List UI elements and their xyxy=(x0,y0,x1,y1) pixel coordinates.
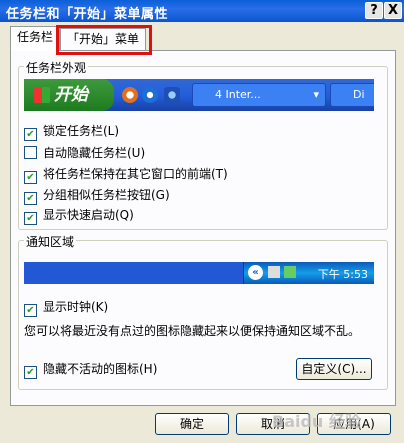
appearance-legend: 任务栏外观 xyxy=(24,59,89,76)
tray-area: « 下午 5:53 xyxy=(243,262,374,284)
chevron-left-icon: « xyxy=(248,265,263,280)
task-item-ie: 4 Inter... ▾ xyxy=(192,83,326,107)
taskbar-preview: 开始 4 Inter... ▾ Di xyxy=(24,79,374,111)
auto-hide-checkbox[interactable]: 自动隐藏任务栏(U) xyxy=(24,146,145,160)
notification-description: 您可以将最近没有点过的图标隐藏起来以便保持通知区域不乱。 xyxy=(24,324,361,338)
internet-explorer-icon xyxy=(142,87,158,103)
window-title: 任务栏和「开始」菜单属性 xyxy=(6,7,169,22)
ok-button[interactable]: 确定 xyxy=(155,413,229,435)
help-button[interactable]: ? xyxy=(365,2,383,19)
windows-logo-icon xyxy=(34,87,50,103)
tray-app-icon xyxy=(284,266,296,278)
taskbar-start-menu-properties-dialog: 任务栏和「开始」菜单属性 ? X 任务栏 「开始」菜单 任务栏外观 开始 4 I… xyxy=(0,0,404,443)
title-bar[interactable]: 任务栏和「开始」菜单属性 ? X xyxy=(0,0,404,22)
customize-button[interactable]: 自定义(C)... xyxy=(296,358,372,380)
notification-area-preview: « 下午 5:53 xyxy=(24,262,374,284)
baidu-watermark: Baidu 经验 xyxy=(272,412,361,431)
notification-legend: 通知区域 xyxy=(24,233,77,250)
group-buttons-checkbox[interactable]: ✔ 分组相似任务栏按钮(G) xyxy=(24,188,170,205)
quick-launch-checkbox[interactable]: ✔ 显示快速启动(Q) xyxy=(24,208,134,225)
tab-taskbar[interactable]: 任务栏 xyxy=(10,26,61,51)
network-icon xyxy=(268,266,280,278)
red-highlight-box xyxy=(56,25,152,55)
media-player-icon xyxy=(122,87,138,103)
close-button[interactable]: X xyxy=(384,2,402,19)
show-clock-checkbox[interactable]: ✔ 显示时钟(K) xyxy=(24,300,108,317)
lock-taskbar-checkbox[interactable]: ✔ 锁定任务栏(L) xyxy=(24,124,119,141)
hide-inactive-checkbox[interactable]: ✔ 隐藏不活动的图标(H) xyxy=(24,362,157,379)
show-desktop-icon xyxy=(164,87,180,103)
keep-on-top-checkbox[interactable]: ✔ 将任务栏保持在其它窗口的前端(T) xyxy=(24,167,228,184)
dropdown-arrow-icon: ▾ xyxy=(313,88,319,101)
start-button-preview: 开始 xyxy=(24,79,114,111)
clock-preview: 下午 5:53 xyxy=(317,268,368,281)
task-item-folder: Di xyxy=(330,83,374,107)
